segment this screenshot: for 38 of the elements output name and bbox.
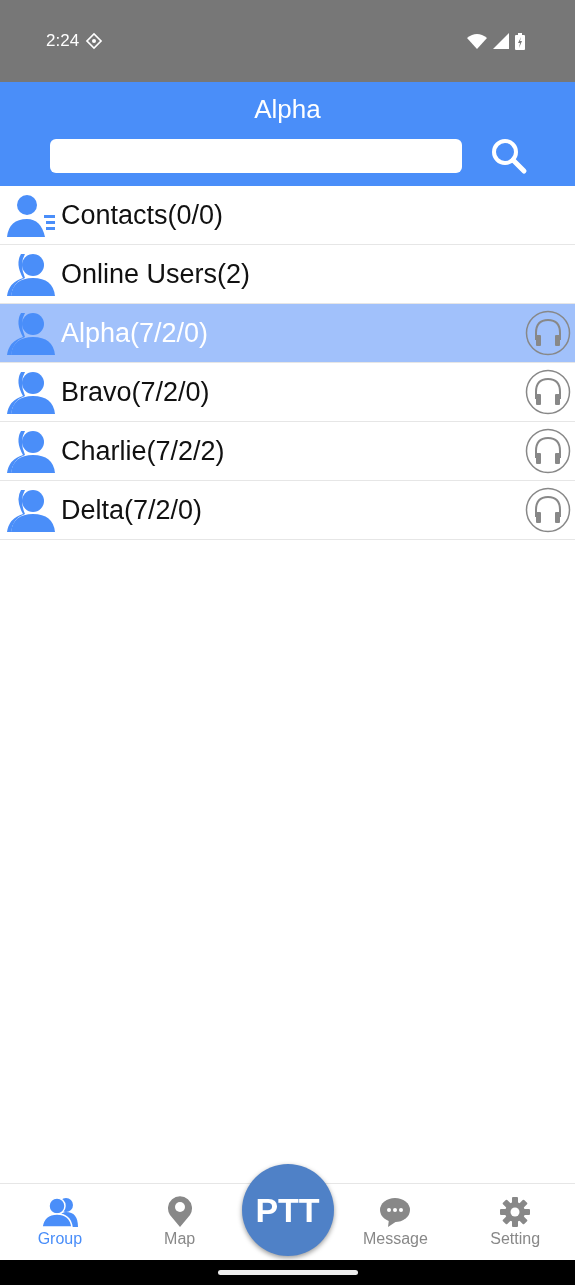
- contact-list-icon: [7, 193, 55, 237]
- search-icon[interactable]: [489, 137, 528, 175]
- nav-tab[interactable]: Setting: [455, 1184, 575, 1260]
- header-title: Alpha: [254, 94, 321, 125]
- map-pin-icon: [165, 1195, 194, 1227]
- list-item[interactable]: Bravo(7/2/0): [0, 363, 575, 422]
- headphones-icon[interactable]: [525, 487, 571, 533]
- item-label: Alpha(7/2/0): [61, 317, 210, 349]
- item-label: Delta(7/2/0): [61, 494, 204, 526]
- settings-icon: [500, 1197, 531, 1227]
- signal-icon: [493, 33, 509, 49]
- chat-bubble-icon: [379, 1197, 412, 1227]
- nav-tab[interactable]: Map: [119, 1184, 240, 1260]
- home-indicator[interactable]: [217, 1270, 358, 1275]
- nav-tab[interactable]: Group: [0, 1184, 120, 1260]
- users-icon: [41, 1197, 78, 1227]
- item-label: Contacts(0/0): [61, 199, 225, 231]
- users-icon: [7, 429, 55, 473]
- status-time: 2:24: [46, 31, 80, 51]
- users-icon: [7, 370, 55, 414]
- list-item[interactable]: Delta(7/2/0): [0, 481, 575, 540]
- headphones-icon[interactable]: [525, 428, 571, 474]
- item-label: Bravo(7/2/0): [61, 376, 211, 408]
- users-icon: [7, 252, 55, 296]
- list-item[interactable]: Contacts(0/0): [0, 186, 575, 245]
- headphones-icon[interactable]: [525, 369, 571, 415]
- headphones-icon[interactable]: [525, 310, 571, 356]
- search-field[interactable]: [49, 139, 462, 173]
- item-label: Online Users(2): [61, 258, 252, 290]
- item-label: Charlie(7/2/2): [61, 435, 226, 467]
- notification-icon: [85, 32, 104, 50]
- nav-tab[interactable]: Message: [335, 1184, 456, 1260]
- users-icon: [7, 311, 55, 355]
- users-icon: [7, 488, 55, 532]
- battery-icon: [515, 32, 525, 50]
- wifi-icon: [467, 33, 487, 49]
- list-item[interactable]: Charlie(7/2/2): [0, 422, 575, 481]
- ptt-button[interactable]: PTT: [241, 1164, 334, 1256]
